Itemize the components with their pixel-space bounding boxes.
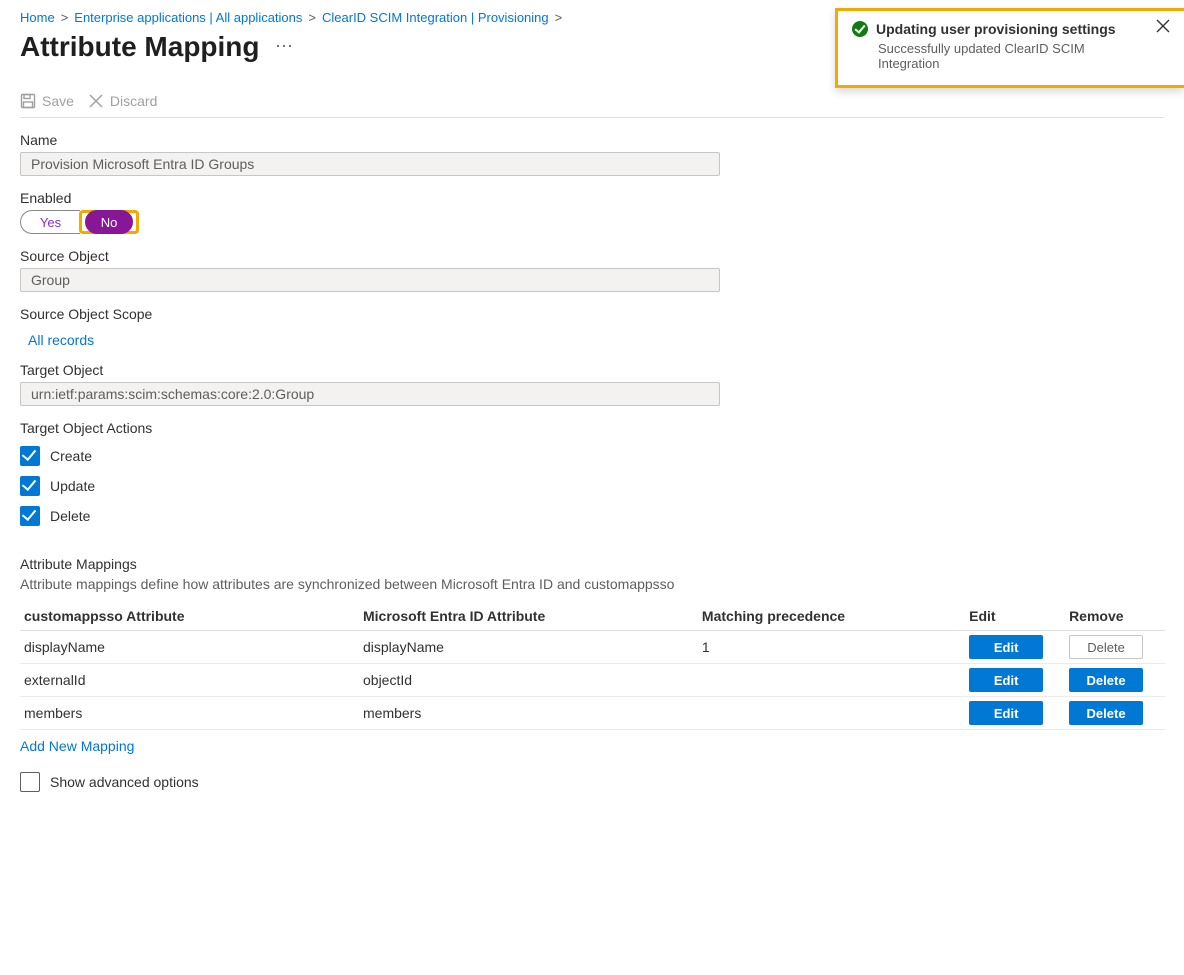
delete-button[interactable]: Delete <box>1069 668 1143 692</box>
cell-entra: displayName <box>359 631 698 664</box>
table-row: membersmembers Edit Delete <box>20 697 1165 730</box>
breadcrumb-item-provisioning[interactable]: ClearID SCIM Integration | Provisioning <box>322 10 549 25</box>
show-advanced-checkbox[interactable] <box>20 772 40 792</box>
breadcrumb-item-apps[interactable]: Enterprise applications | All applicatio… <box>74 10 302 25</box>
update-checkbox-label: Update <box>50 478 95 494</box>
update-checkbox[interactable] <box>20 476 40 496</box>
enabled-no-toggle[interactable]: No <box>85 210 133 234</box>
notification-toast: Updating user provisioning settings Succ… <box>835 8 1184 88</box>
success-icon <box>852 21 868 37</box>
page-title: Attribute Mapping <box>20 31 260 63</box>
mappings-table: customappsso Attribute Microsoft Entra I… <box>20 602 1165 730</box>
target-object-input[interactable] <box>20 382 720 406</box>
toast-title: Updating user provisioning settings <box>876 21 1116 37</box>
toolbar: Save Discard <box>20 93 1164 118</box>
cell-customappsso: displayName <box>20 631 359 664</box>
save-icon <box>20 93 36 109</box>
name-input[interactable] <box>20 152 720 176</box>
th-remove: Remove <box>1065 602 1165 631</box>
chevron-right-icon: > <box>308 10 316 25</box>
cell-precedence <box>698 664 965 697</box>
edit-button[interactable]: Edit <box>969 635 1043 659</box>
toast-close-button[interactable] <box>1156 19 1170 36</box>
more-actions-button[interactable]: ... <box>276 31 294 52</box>
cell-customappsso: externalId <box>20 664 359 697</box>
discard-label: Discard <box>110 93 157 109</box>
target-object-label: Target Object <box>20 362 1164 378</box>
add-new-mapping-link[interactable]: Add New Mapping <box>20 738 134 754</box>
delete-button[interactable]: Delete <box>1069 701 1143 725</box>
th-entra: Microsoft Entra ID Attribute <box>359 602 698 631</box>
enabled-yes-toggle[interactable]: Yes <box>20 210 80 234</box>
source-object-input[interactable] <box>20 268 720 292</box>
chevron-right-icon: > <box>61 10 69 25</box>
source-scope-label: Source Object Scope <box>20 306 1164 322</box>
cell-entra: members <box>359 697 698 730</box>
th-edit: Edit <box>965 602 1065 631</box>
delete-checkbox[interactable] <box>20 506 40 526</box>
th-precedence: Matching precedence <box>698 602 965 631</box>
cell-precedence <box>698 697 965 730</box>
mappings-section-desc: Attribute mappings define how attributes… <box>20 576 1164 592</box>
table-row: externalIdobjectId Edit Delete <box>20 664 1165 697</box>
save-button[interactable]: Save <box>20 93 74 109</box>
cell-entra: objectId <box>359 664 698 697</box>
create-checkbox-label: Create <box>50 448 92 464</box>
name-label: Name <box>20 132 1164 148</box>
cell-customappsso: members <box>20 697 359 730</box>
table-row: displayNamedisplayName1EditDelete <box>20 631 1165 664</box>
cell-precedence: 1 <box>698 631 965 664</box>
source-object-label: Source Object <box>20 248 1164 264</box>
edit-button[interactable]: Edit <box>969 701 1043 725</box>
mappings-section-title: Attribute Mappings <box>20 556 1164 572</box>
delete-button: Delete <box>1069 635 1143 659</box>
create-checkbox[interactable] <box>20 446 40 466</box>
delete-checkbox-label: Delete <box>50 508 90 524</box>
toast-subtitle: Successfully updated ClearID SCIM Integr… <box>878 41 1146 71</box>
save-label: Save <box>42 93 74 109</box>
th-customappsso: customappsso Attribute <box>20 602 359 631</box>
breadcrumb-home[interactable]: Home <box>20 10 55 25</box>
close-icon <box>88 93 104 109</box>
edit-button[interactable]: Edit <box>969 668 1043 692</box>
target-actions-label: Target Object Actions <box>20 420 1164 436</box>
discard-button[interactable]: Discard <box>88 93 157 109</box>
enabled-label: Enabled <box>20 190 1164 206</box>
source-scope-link[interactable]: All records <box>28 332 94 348</box>
chevron-right-icon: > <box>555 10 563 25</box>
show-advanced-label: Show advanced options <box>50 774 199 790</box>
